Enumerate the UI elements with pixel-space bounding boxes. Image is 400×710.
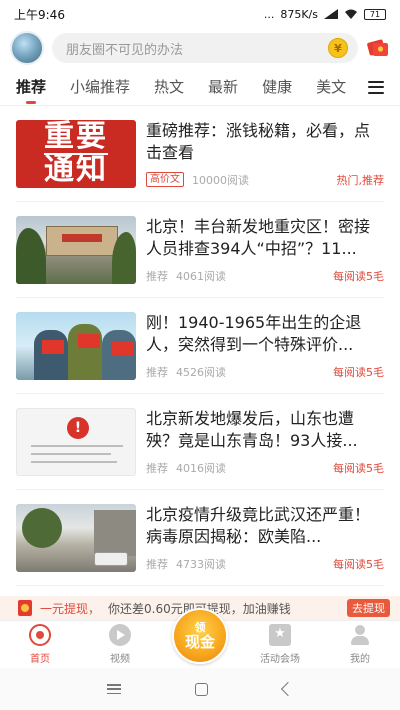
tab-hot[interactable]: 热文 bbox=[154, 76, 184, 97]
status-dots: ... bbox=[263, 7, 275, 21]
tabbar-home[interactable]: 首页 bbox=[0, 621, 80, 668]
get-cash-line1: 领 bbox=[194, 620, 206, 634]
article-reward: 每阅读5毛 bbox=[333, 269, 384, 283]
wifi-icon bbox=[344, 9, 358, 19]
article-reads: 4526阅读 bbox=[176, 365, 226, 379]
network-speed: 875K/s bbox=[280, 7, 318, 21]
tabbar-label: 首页 bbox=[30, 654, 50, 665]
article-reads: 4016阅读 bbox=[176, 461, 226, 475]
tabbar-video[interactable]: 视频 bbox=[80, 621, 160, 668]
activity-icon bbox=[269, 624, 291, 646]
article-item[interactable]: 北京！丰台新发地重灾区！密接人员排查394人“中招”？11... 推荐 4061… bbox=[16, 202, 384, 298]
video-icon bbox=[109, 624, 131, 646]
tab-editor-picks[interactable]: 小编推荐 bbox=[70, 76, 130, 97]
article-item[interactable]: 北京疫情升级竟比武汉还严重！病毒原因揭秘：欧美陷... 推荐 4733阅读 每阅… bbox=[16, 490, 384, 586]
article-title: 刚！1940-1965年出生的企退人，突然得到一个特殊评价... bbox=[146, 312, 362, 354]
battery-icon: 71 bbox=[364, 8, 386, 20]
article-thumbnail: ! bbox=[16, 407, 136, 476]
menu-icon bbox=[368, 80, 384, 94]
tabs-menu-button[interactable] bbox=[352, 68, 400, 105]
warning-icon: ! bbox=[67, 416, 89, 439]
article-thumbnail: 重要 通知 bbox=[16, 119, 136, 188]
article-feed: 重要 通知 重磅推荐：涨钱秘籍，必看，点击查看 高价文 10000阅读 热门,推… bbox=[0, 106, 400, 586]
tabbar-me[interactable]: 我的 bbox=[320, 621, 400, 668]
avatar[interactable] bbox=[10, 31, 44, 65]
search-placeholder: 朋友圈不可见的办法 bbox=[66, 42, 184, 58]
profile-icon bbox=[349, 624, 371, 646]
promo-highlight: 一元提现， bbox=[40, 601, 101, 616]
status-time: 上午9:46 bbox=[14, 7, 65, 22]
article-reward: 热门,推荐 bbox=[336, 173, 385, 187]
article-reads: 10000阅读 bbox=[192, 173, 249, 187]
article-title: 北京疫情升级竟比武汉还严重！病毒原因揭秘：欧美陷... bbox=[146, 504, 371, 546]
tab-health[interactable]: 健康 bbox=[262, 76, 292, 97]
tab-essays[interactable]: 美文 bbox=[316, 76, 346, 97]
article-thumbnail bbox=[16, 215, 136, 284]
article-reward: 每阅读5毛 bbox=[333, 365, 384, 379]
search-row: 朋友圈不可见的办法 ¥ bbox=[0, 28, 400, 68]
article-item[interactable]: ! 北京新发地爆发后，山东也遭殃？竟是山东青岛！93人接... 推荐 4016阅… bbox=[16, 394, 384, 490]
home-button-icon[interactable] bbox=[195, 682, 209, 696]
recent-apps-icon[interactable] bbox=[107, 684, 122, 694]
back-icon[interactable] bbox=[280, 681, 295, 697]
withdraw-button[interactable]: 去提现 bbox=[347, 599, 390, 617]
article-tag: 高价文 bbox=[146, 172, 184, 187]
get-cash-button[interactable]: 领 现金 bbox=[172, 608, 228, 664]
home-icon bbox=[29, 624, 51, 646]
article-item[interactable]: 重要 通知 重磅推荐：涨钱秘籍，必看，点击查看 高价文 10000阅读 热门,推… bbox=[16, 106, 384, 202]
article-reward: 每阅读5毛 bbox=[333, 557, 384, 571]
article-thumbnail bbox=[16, 503, 136, 572]
tabbar-label: 视频 bbox=[110, 654, 130, 665]
system-nav-bar bbox=[0, 668, 400, 710]
tab-latest[interactable]: 最新 bbox=[208, 76, 238, 97]
coin-icon[interactable]: ¥ bbox=[328, 38, 348, 58]
article-title: 重磅推荐：涨钱秘籍，必看，点击查看 bbox=[146, 120, 371, 162]
search-input[interactable]: 朋友圈不可见的办法 ¥ bbox=[52, 33, 358, 63]
tab-recommend[interactable]: 推荐 bbox=[16, 76, 46, 104]
article-reads: 4061阅读 bbox=[176, 269, 226, 283]
get-cash-line2: 现金 bbox=[184, 632, 215, 651]
category-tabs: 推荐 小编推荐 热文 最新 健康 美文 bbox=[0, 68, 400, 106]
article-item[interactable]: 刚！1940-1965年出生的企退人，突然得到一个特殊评价... 推荐 4526… bbox=[16, 298, 384, 394]
article-title: 北京新发地爆发后，山东也遭殃？竟是山东青岛！93人接... bbox=[146, 408, 358, 450]
article-tag: 推荐 bbox=[146, 365, 168, 379]
tabbar-activity[interactable]: 活动会场 bbox=[240, 621, 320, 668]
status-bar: 上午9:46 ... 875K/s 71 bbox=[0, 0, 400, 28]
article-tag: 推荐 bbox=[146, 557, 168, 571]
thumbnail-text-line2: 通知 bbox=[44, 152, 108, 187]
article-reward: 每阅读5毛 bbox=[333, 461, 384, 475]
article-title: 北京！丰台新发地重灾区！密接人员排查394人“中招”？11... bbox=[146, 216, 371, 258]
tabbar-label: 我的 bbox=[350, 654, 370, 665]
article-thumbnail bbox=[16, 311, 136, 380]
signal-icon bbox=[324, 9, 338, 19]
tabbar-label: 活动会场 bbox=[260, 654, 300, 665]
thumbnail-text-line1: 重要 bbox=[44, 119, 108, 155]
red-packet-icon[interactable] bbox=[366, 36, 390, 60]
article-tag: 推荐 bbox=[146, 269, 168, 283]
article-tag: 推荐 bbox=[146, 461, 168, 475]
status-icons: ... 875K/s 71 bbox=[264, 8, 386, 21]
article-reads: 4733阅读 bbox=[176, 557, 226, 571]
red-envelope-icon bbox=[18, 600, 32, 616]
